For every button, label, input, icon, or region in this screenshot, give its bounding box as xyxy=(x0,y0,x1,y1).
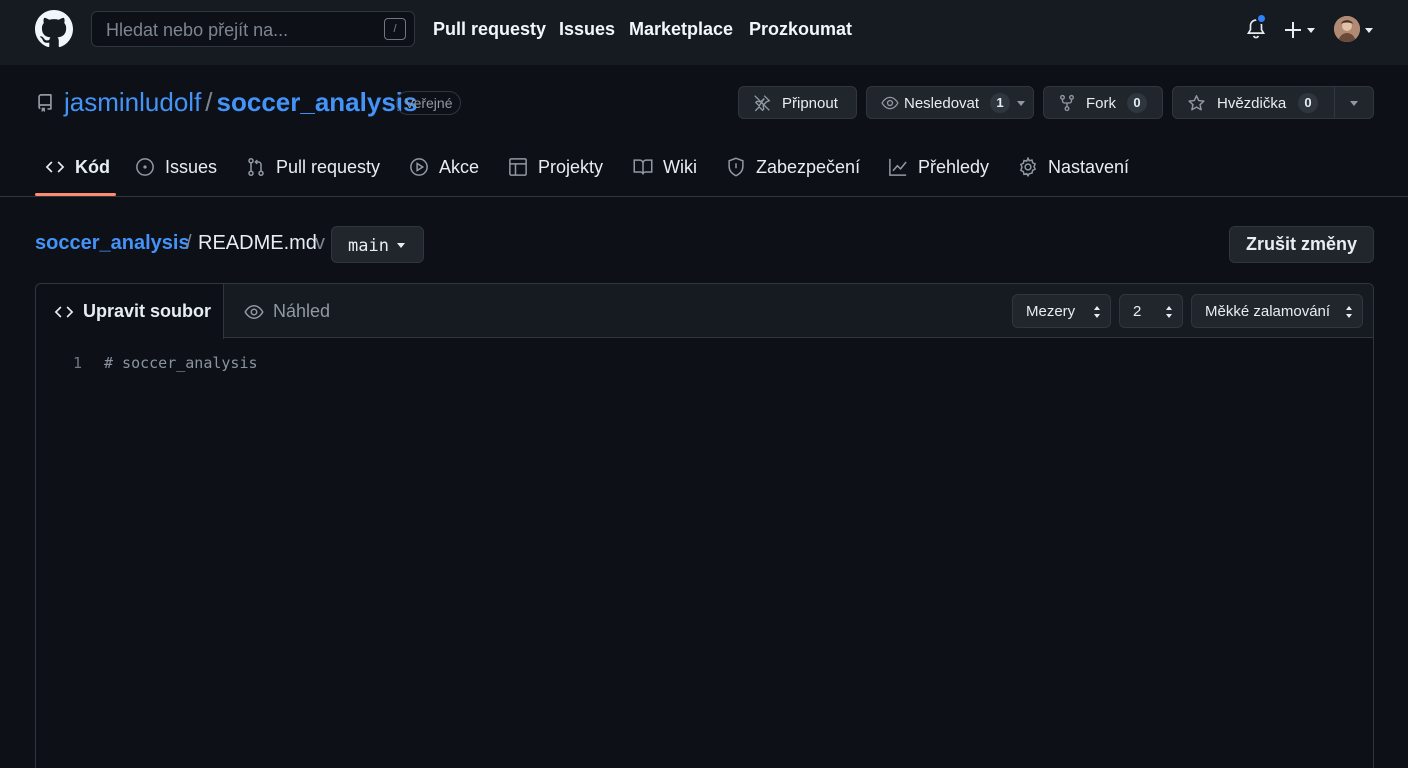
repo-icon xyxy=(36,93,54,113)
active-tab-indicator xyxy=(35,193,116,196)
watch-dropdown-caret-icon[interactable] xyxy=(1017,101,1025,106)
nav-issues[interactable]: Issues xyxy=(559,19,615,40)
select-arrows-icon xyxy=(1346,306,1352,318)
github-logo-icon[interactable] xyxy=(35,10,73,48)
nav-explore[interactable]: Prozkoumat xyxy=(749,19,852,40)
tab-settings-label: Nastavení xyxy=(1048,157,1130,177)
fork-icon xyxy=(1058,94,1076,112)
code-icon xyxy=(54,302,74,322)
tab-edit-file-label: Upravit soubor xyxy=(83,301,212,321)
user-menu-button[interactable] xyxy=(1334,16,1378,44)
search-shortcut-key: / xyxy=(384,18,406,40)
pin-label: Připnout xyxy=(782,95,838,112)
breadcrumb-repo-link[interactable]: soccer_analysis xyxy=(35,232,190,255)
wrap-mode-value: Měkké zalamování xyxy=(1205,303,1331,320)
tab-code-label: Kód xyxy=(75,157,110,177)
book-icon xyxy=(633,157,653,177)
repo-name-link[interactable]: soccer_analysis xyxy=(217,87,418,117)
editor-toolbar: Upravit soubor Náhled Mezery 2 Měkké zal… xyxy=(36,284,1373,339)
nav-pull-requests[interactable]: Pull requesty xyxy=(433,19,546,40)
notification-unread-dot xyxy=(1256,13,1267,24)
nav-marketplace[interactable]: Marketplace xyxy=(629,19,733,40)
search-input[interactable]: Hledat nebo přejít na... / xyxy=(91,11,415,47)
indent-size-value: 2 xyxy=(1133,303,1142,320)
gear-icon xyxy=(1018,157,1038,177)
indent-size-select[interactable]: 2 xyxy=(1119,294,1183,328)
issue-icon xyxy=(135,157,155,177)
pull-request-icon xyxy=(246,157,266,177)
pin-button[interactable]: Připnout xyxy=(738,86,857,119)
fork-count: 0 xyxy=(1127,93,1147,113)
wrap-mode-select[interactable]: Měkké zalamování xyxy=(1191,294,1363,328)
fork-label: Fork xyxy=(1086,95,1116,112)
repo-owner-link[interactable]: jasminludolf xyxy=(64,87,201,117)
star-button[interactable]: Hvězdička 0 xyxy=(1172,86,1374,119)
breadcrumb-separator: / xyxy=(186,232,192,254)
line-number: 1 xyxy=(72,354,82,372)
tab-insights-label: Přehledy xyxy=(918,157,990,177)
tab-edit-file[interactable]: Upravit soubor xyxy=(36,284,224,339)
watch-button[interactable]: Nesledovat 1 xyxy=(866,86,1034,119)
table-icon xyxy=(508,157,528,177)
code-icon xyxy=(45,157,65,177)
tab-projects-label: Projekty xyxy=(538,157,604,177)
tab-preview-label: Náhled xyxy=(273,301,331,321)
star-label: Hvězdička xyxy=(1217,95,1287,112)
indent-mode-select[interactable]: Mezery xyxy=(1012,294,1111,328)
fork-button[interactable]: Fork 0 xyxy=(1043,86,1163,119)
select-arrows-icon xyxy=(1166,306,1172,318)
star-count: 0 xyxy=(1298,93,1318,113)
tab-issues-label: Issues xyxy=(165,157,218,177)
cancel-changes-button[interactable]: Zrušit změny xyxy=(1229,226,1374,263)
tab-security-label: Zabezpečení xyxy=(756,157,861,177)
create-new-button[interactable] xyxy=(1282,17,1322,43)
chevron-down-icon xyxy=(397,243,405,248)
graph-icon xyxy=(888,157,908,177)
shield-icon xyxy=(726,157,746,177)
code-line[interactable]: 1 # soccer_analysis xyxy=(36,354,1373,376)
watch-count: 1 xyxy=(990,93,1010,113)
file-editor: Upravit soubor Náhled Mezery 2 Měkké zal… xyxy=(35,283,1374,768)
repo-title-separator: / xyxy=(205,87,213,117)
tab-pull-requests-label: Pull requesty xyxy=(276,157,381,177)
star-divider xyxy=(1334,87,1335,118)
pin-icon xyxy=(753,94,771,112)
chevron-down-icon xyxy=(1365,28,1373,33)
search-placeholder: Hledat nebo přejít na... xyxy=(106,20,289,40)
select-arrows-icon xyxy=(1094,306,1100,318)
tab-actions-label: Akce xyxy=(439,157,480,177)
branch-select-button[interactable]: main xyxy=(331,226,424,263)
watch-label: Nesledovat xyxy=(904,95,980,112)
repo-title: jasminludolf / soccer_analysis xyxy=(64,87,417,117)
breadcrumb-in-word: v xyxy=(315,232,325,254)
eye-icon xyxy=(880,94,899,112)
global-header: Hledat nebo přejít na... / Pull requesty… xyxy=(0,0,1408,65)
play-icon xyxy=(409,157,429,177)
indent-mode-value: Mezery xyxy=(1026,303,1076,320)
visibility-badge: Veřejné xyxy=(396,91,462,115)
branch-label: main xyxy=(348,236,389,256)
tab-wiki-label: Wiki xyxy=(663,157,697,177)
repository-header: jasminludolf / soccer_analysis Veřejné Při… xyxy=(0,65,1408,197)
eye-icon xyxy=(244,302,264,322)
breadcrumb-file-name[interactable]: README.md xyxy=(198,232,317,255)
avatar xyxy=(1334,16,1360,42)
star-icon xyxy=(1187,94,1205,112)
star-list-caret-icon[interactable] xyxy=(1350,101,1358,106)
line-text[interactable]: # soccer_analysis xyxy=(104,354,258,372)
